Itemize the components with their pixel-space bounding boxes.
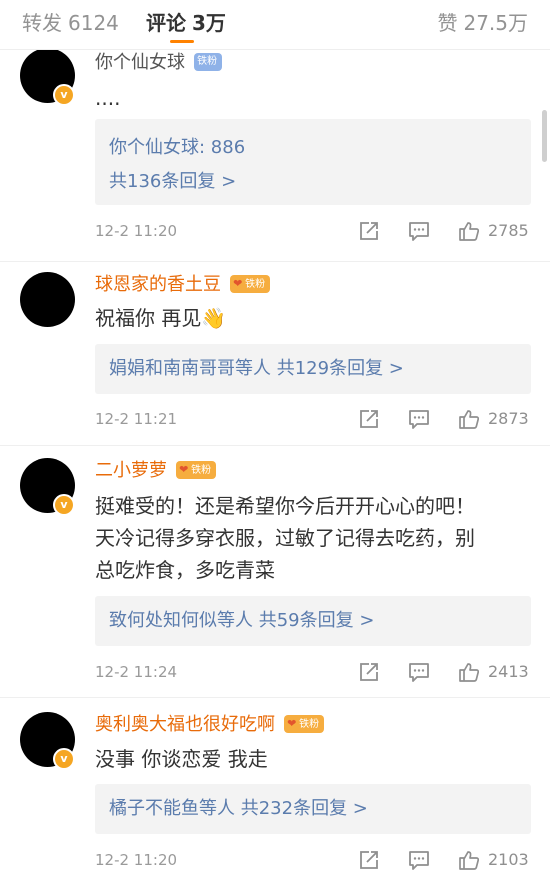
tab-comment-label: 评论 bbox=[146, 11, 186, 35]
tab-like[interactable]: 赞 27.5万 bbox=[437, 10, 528, 36]
thumbs-up-icon[interactable] bbox=[458, 408, 480, 430]
comment-meta: 12-2 11:21 2873 bbox=[0, 406, 550, 432]
comment-meta: 12-2 11:24 2413 bbox=[0, 659, 550, 685]
thumbs-up-icon[interactable] bbox=[458, 849, 480, 871]
comment-icon[interactable] bbox=[408, 408, 430, 430]
fan-badge: ❤ 铁粉 bbox=[176, 461, 217, 479]
heart-icon: ❤ bbox=[179, 463, 189, 476]
reply-count-link[interactable]: 橘子不能鱼等人 共232条回复 > bbox=[109, 792, 517, 826]
share-icon[interactable] bbox=[358, 661, 380, 683]
comment-time: 12-2 11:24 bbox=[95, 663, 178, 681]
share-icon[interactable] bbox=[358, 408, 380, 430]
comment-text: 挺难受的！还是希望你今后开开心心的吧！ 天冷记得多穿衣服，过敏了记得去吃药，别 … bbox=[95, 494, 475, 582]
tab-repost-count: 6124 bbox=[68, 11, 119, 35]
comment-time: 12-2 11:20 bbox=[95, 222, 178, 240]
comment-icon[interactable] bbox=[408, 849, 430, 871]
comment-item: v 奥利奥大福也很好吃啊 ❤ 铁粉 没事 你谈恋爱 我走 橘子不能鱼等人 共232… bbox=[0, 698, 550, 873]
comment-author-line: 球恩家的香土豆 ❤ 铁粉 bbox=[95, 272, 271, 298]
comment-time: 12-2 11:21 bbox=[95, 410, 178, 428]
comment-username[interactable]: 你个仙女球 bbox=[95, 52, 185, 73]
heart-icon: ❤ bbox=[287, 717, 297, 730]
comment-username[interactable]: 球恩家的香土豆 bbox=[95, 274, 221, 295]
reply-preview-box[interactable]: 致何处知何似等人 共59条回复 > bbox=[95, 596, 531, 646]
comment-item: v 二小萝萝 ❤ 铁粉 挺难受的！还是希望你今后开开心心的吧！ 天冷记得多穿衣服，… bbox=[0, 446, 550, 698]
share-icon[interactable] bbox=[358, 849, 380, 871]
fan-badge-label: 铁粉 bbox=[245, 279, 266, 290]
comment-author-line: 奥利奥大福也很好吃啊 ❤ 铁粉 bbox=[95, 712, 325, 738]
tab-comment-count: 3万 bbox=[192, 11, 226, 35]
reply-preview-box[interactable]: 娟娟和南南哥哥等人 共129条回复 > bbox=[95, 344, 531, 394]
fan-badge-label: 铁粉 bbox=[197, 56, 218, 67]
comment-author-line: 你个仙女球 铁粉 bbox=[95, 50, 223, 76]
verified-v-icon: v bbox=[53, 748, 75, 770]
verified-v-icon: v bbox=[53, 494, 75, 516]
like-count: 2413 bbox=[488, 662, 529, 681]
reply-preview-line[interactable]: 你个仙女球: 886 bbox=[109, 131, 517, 165]
scrollbar-thumb[interactable] bbox=[542, 110, 547, 162]
comment-tab-bar: 转发 6124 评论 3万 赞 27.5万 bbox=[0, 0, 550, 50]
comment-meta: 12-2 11:20 2103 bbox=[0, 847, 550, 873]
verified-v-icon: v bbox=[53, 84, 75, 106]
comment-author-line: 二小萝萝 ❤ 铁粉 bbox=[95, 458, 217, 484]
share-icon[interactable] bbox=[358, 220, 380, 242]
reply-count-link[interactable]: 娟娟和南南哥哥等人 共129条回复 > bbox=[109, 352, 517, 386]
comment-username[interactable]: 二小萝萝 bbox=[95, 460, 167, 481]
comment-item: 球恩家的香土豆 ❤ 铁粉 祝福你 再见👋 娟娟和南南哥哥等人 共129条回复 > … bbox=[0, 262, 550, 446]
fan-badge-label: 铁粉 bbox=[191, 465, 212, 476]
comment-username[interactable]: 奥利奥大福也很好吃啊 bbox=[95, 714, 275, 735]
active-tab-indicator bbox=[170, 40, 194, 43]
thumbs-up-icon[interactable] bbox=[458, 661, 480, 683]
comment-icon[interactable] bbox=[408, 661, 430, 683]
thumbs-up-icon[interactable] bbox=[458, 220, 480, 242]
fan-badge: ❤ 铁粉 bbox=[284, 715, 325, 733]
heart-icon: ❤ bbox=[233, 277, 243, 290]
tab-repost[interactable]: 转发 6124 bbox=[22, 10, 119, 36]
like-count: 2103 bbox=[488, 850, 529, 869]
reply-preview-box[interactable]: 橘子不能鱼等人 共232条回复 > bbox=[95, 784, 531, 834]
reply-count-link[interactable]: 共136条回复 > bbox=[109, 165, 517, 199]
like-count: 2785 bbox=[488, 221, 529, 240]
fan-badge: 铁粉 bbox=[194, 53, 223, 71]
like-count: 2873 bbox=[488, 409, 529, 428]
reply-count-link[interactable]: 致何处知何似等人 共59条回复 > bbox=[109, 604, 517, 638]
reply-preview-box[interactable]: 你个仙女球: 886 共136条回复 > bbox=[95, 119, 531, 205]
comment-text: 没事 你谈恋爱 我走 bbox=[95, 747, 268, 771]
tab-like-label: 赞 bbox=[437, 11, 458, 35]
tab-comment[interactable]: 评论 3万 bbox=[146, 10, 226, 36]
fan-badge-label: 铁粉 bbox=[299, 719, 320, 730]
tab-like-count: 27.5万 bbox=[463, 11, 528, 35]
comment-text: .... bbox=[95, 86, 121, 110]
comment-meta: 12-2 11:20 2785 bbox=[0, 218, 550, 244]
comment-text: 祝福你 再见👋 bbox=[95, 306, 227, 330]
comment-time: 12-2 11:20 bbox=[95, 851, 178, 869]
comment-icon[interactable] bbox=[408, 220, 430, 242]
avatar[interactable] bbox=[20, 272, 75, 327]
fan-badge: ❤ 铁粉 bbox=[230, 275, 271, 293]
tab-repost-label: 转发 bbox=[22, 11, 62, 35]
